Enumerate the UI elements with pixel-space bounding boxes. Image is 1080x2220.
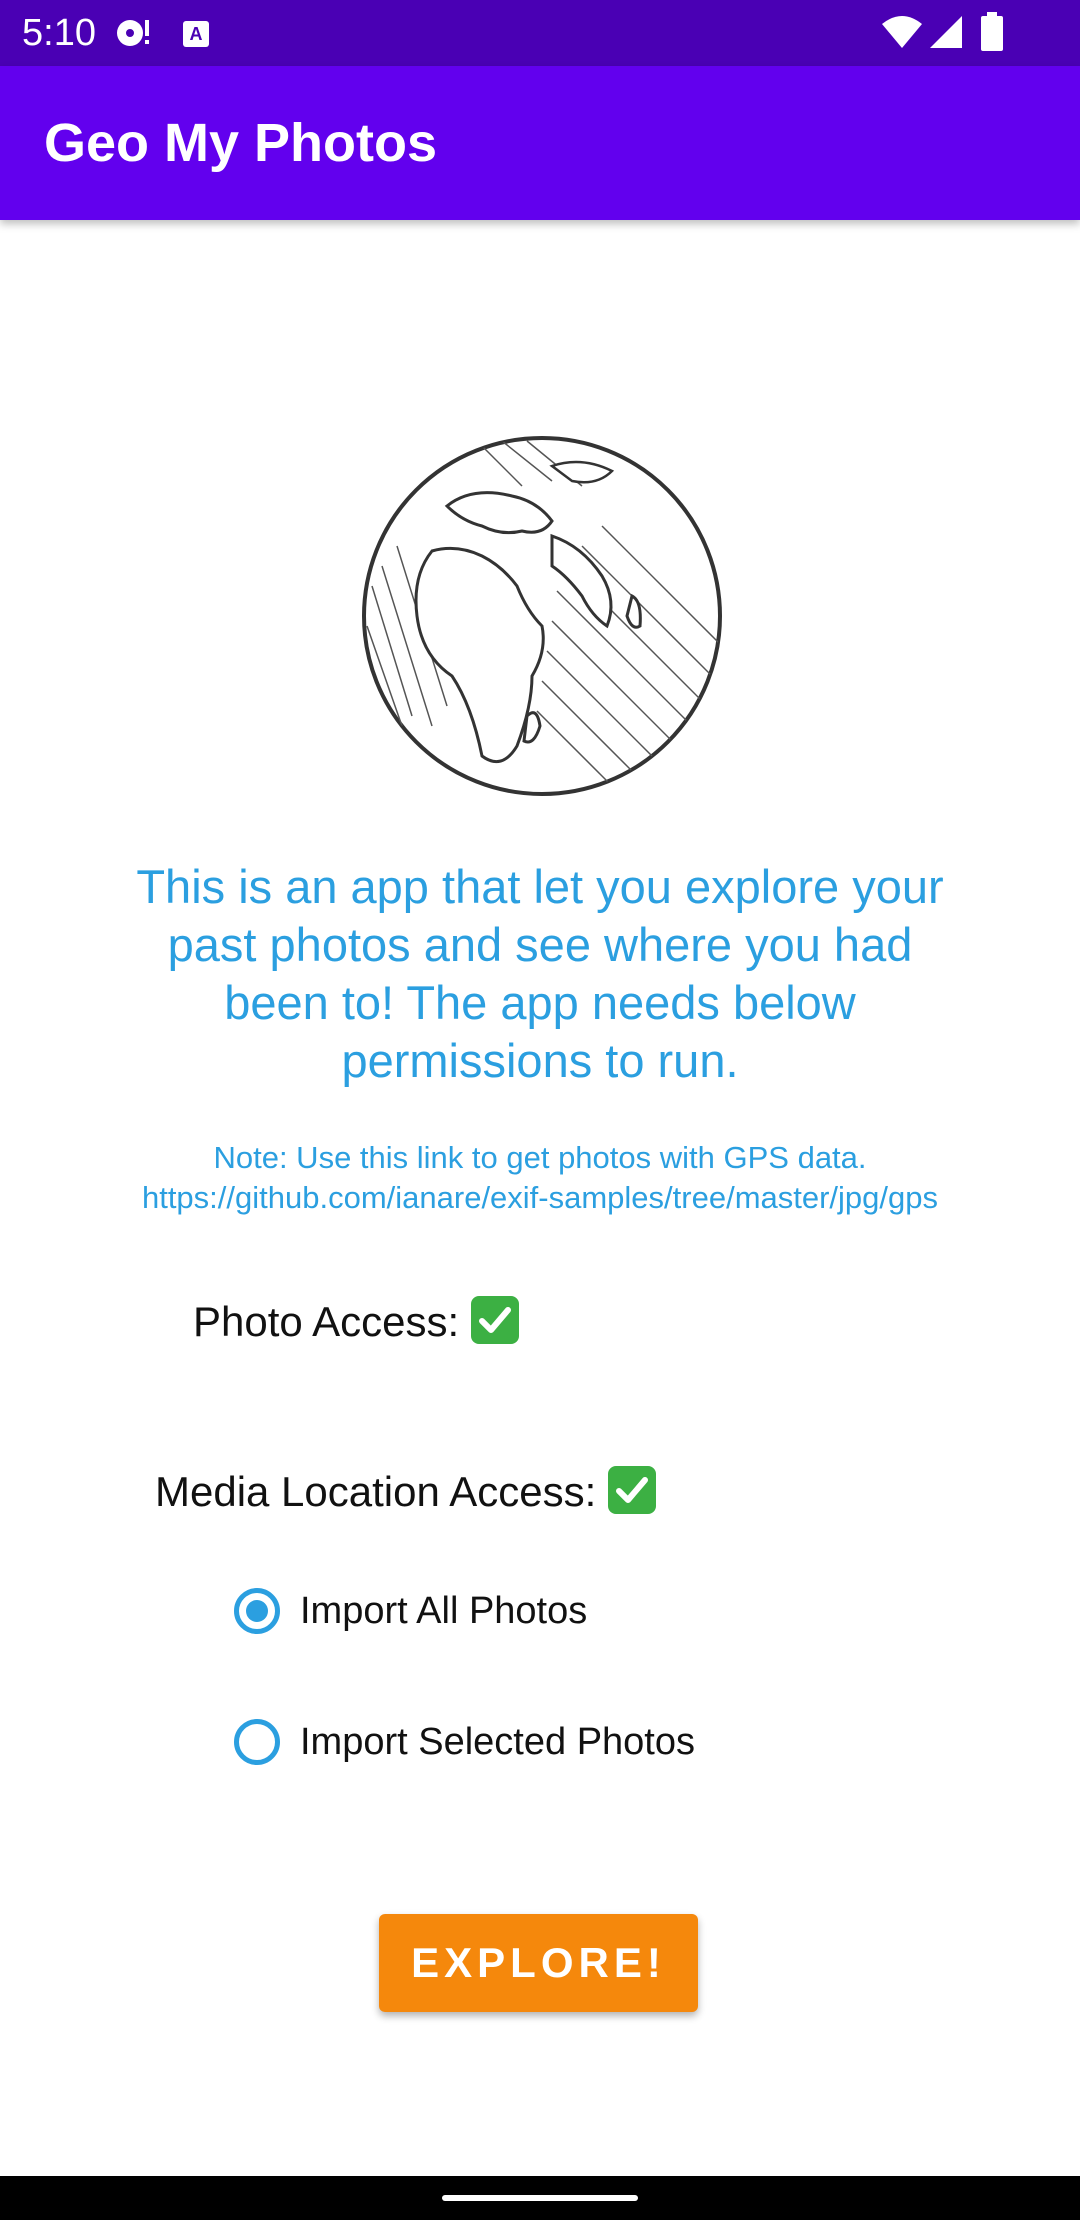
radio-unchecked-icon[interactable] — [234, 1719, 280, 1765]
radio-checked-icon[interactable] — [234, 1588, 280, 1634]
check-icon — [471, 1296, 520, 1344]
app-bar: Geo My Photos — [0, 66, 1080, 220]
check-icon — [608, 1466, 657, 1514]
globe-icon — [352, 426, 732, 806]
svg-text:A: A — [190, 24, 203, 44]
media-icon — [114, 16, 154, 55]
intro-text: This is an app that let you explore your… — [136, 860, 944, 1087]
wifi-icon — [880, 14, 924, 55]
status-time: 5:10 — [22, 12, 96, 54]
photo-access-status: Photo Access: — [193, 1296, 520, 1348]
explore-button[interactable]: EXPLORE! — [379, 1914, 698, 2012]
signal-icon — [928, 14, 964, 55]
note-text: Note: Use this link to get photos with G… — [141, 1140, 939, 1215]
import-selected-photos-label[interactable]: Import Selected Photos — [300, 1719, 695, 1765]
photo-access-label: Photo Access: — [193, 1298, 460, 1345]
battery-icon — [980, 12, 1004, 57]
import-all-photos-radio[interactable]: Import All Photos — [234, 1581, 587, 1641]
media-location-access-label: Media Location Access: — [155, 1468, 597, 1515]
navigation-bar — [0, 2176, 1080, 2220]
text-input-icon: A — [182, 20, 210, 53]
home-gesture-handle[interactable] — [442, 2195, 638, 2201]
media-location-access-status: Media Location Access: — [155, 1466, 657, 1518]
import-selected-photos-radio[interactable]: Import Selected Photos — [234, 1712, 695, 1772]
app-title: Geo My Photos — [44, 113, 438, 173]
import-all-photos-label[interactable]: Import All Photos — [300, 1588, 587, 1634]
status-bar: 5:10 A — [0, 0, 1080, 66]
